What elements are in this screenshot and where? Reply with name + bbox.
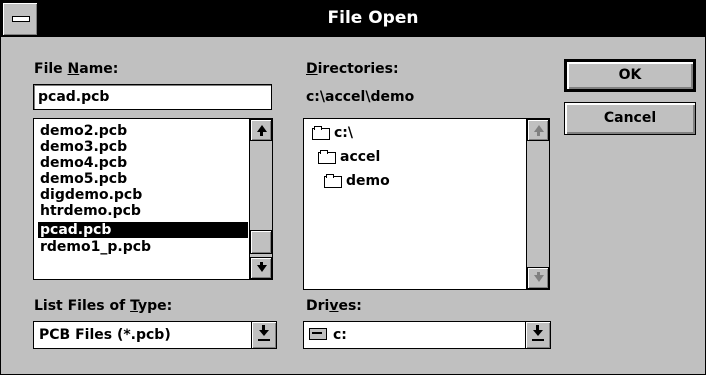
arrow-down-icon xyxy=(257,265,267,272)
drives-dropdown-button[interactable] xyxy=(525,322,550,348)
drives-value: c: xyxy=(333,327,347,343)
window-title: File Open xyxy=(327,8,419,28)
directory-item-label: c:\ xyxy=(334,125,354,141)
drives-select[interactable]: c: xyxy=(303,321,551,349)
directory-item[interactable]: c:\ xyxy=(312,123,353,143)
file-type-label-post: ype: xyxy=(137,298,173,314)
open-folder-icon xyxy=(318,150,336,164)
file-type-value: PCB Files (*.pcb) xyxy=(39,327,171,343)
drives-label-pre: Dri xyxy=(306,298,330,314)
cancel-button[interactable]: Cancel xyxy=(564,102,696,135)
system-menu-button[interactable] xyxy=(3,3,37,35)
drive-icon xyxy=(309,328,327,340)
title-bar[interactable]: File Open xyxy=(1,1,705,37)
directory-item-label: demo xyxy=(346,173,390,189)
directory-item[interactable]: accel xyxy=(318,147,380,167)
list-item[interactable]: rdemo1_p.pcb xyxy=(38,239,248,255)
list-item-selected[interactable]: pcad.pcb xyxy=(37,221,249,239)
list-item[interactable]: demo5.pcb xyxy=(38,171,248,187)
list-item[interactable]: digdemo.pcb xyxy=(38,187,248,203)
ok-button[interactable]: OK xyxy=(564,59,696,92)
file-type-select[interactable]: PCB Files (*.pcb) xyxy=(33,321,277,349)
chevron-down-icon xyxy=(533,330,543,336)
directory-scrollbar[interactable] xyxy=(526,119,549,289)
scroll-down-button[interactable] xyxy=(527,267,549,289)
arrow-up-icon xyxy=(257,125,267,132)
file-type-label-hotkey: T xyxy=(130,298,138,314)
file-name-label-post: ame: xyxy=(79,61,119,77)
file-list-scrollbar[interactable] xyxy=(249,119,272,279)
list-item[interactable]: demo4.pcb xyxy=(38,155,248,171)
directories-label: Directories: xyxy=(306,61,399,77)
open-folder-icon xyxy=(312,126,330,140)
list-item[interactable]: demo3.pcb xyxy=(38,139,248,155)
file-type-label: List Files of Type: xyxy=(34,298,172,314)
chevron-down-icon xyxy=(259,330,269,336)
file-name-value: pcad.pcb xyxy=(38,89,110,105)
list-item[interactable]: demo2.pcb xyxy=(38,123,248,139)
scroll-up-button[interactable] xyxy=(250,119,272,141)
directory-item-label: accel xyxy=(340,149,381,165)
file-type-dropdown-button[interactable] xyxy=(251,322,276,348)
current-directory-path: c:\accel\demo xyxy=(306,89,415,105)
arrow-up-icon-stem xyxy=(260,132,263,136)
drives-label: Drives: xyxy=(306,298,362,314)
directory-tree[interactable]: c:\ accel demo xyxy=(303,118,550,290)
scroll-thumb[interactable] xyxy=(250,230,272,254)
open-folder-icon xyxy=(324,174,342,188)
file-list[interactable]: demo2.pcb demo3.pcb demo4.pcb demo5.pcb … xyxy=(33,118,273,280)
chevron-down-icon-line xyxy=(532,339,544,341)
drives-label-post: es: xyxy=(338,298,362,314)
file-name-input[interactable]: pcad.pcb xyxy=(33,84,272,110)
system-menu-icon xyxy=(12,16,30,22)
file-name-label-hotkey: N xyxy=(67,61,80,77)
arrow-down-icon-stem xyxy=(260,262,263,266)
scroll-up-button[interactable] xyxy=(527,119,549,141)
drives-value-wrap: c: xyxy=(309,327,347,343)
scroll-down-button[interactable] xyxy=(250,257,272,279)
file-open-dialog: File Open File Name: pcad.pcb demo2.pcb … xyxy=(0,0,706,375)
file-type-label-pre: List Files of xyxy=(34,298,131,314)
directory-item[interactable]: demo xyxy=(324,171,390,191)
arrow-down-icon-stem xyxy=(537,272,540,276)
file-name-label-pre: File xyxy=(34,61,68,77)
list-item[interactable]: htrdemo.pcb xyxy=(38,203,248,219)
directories-label-hotkey: D xyxy=(306,61,318,77)
directories-label-post: irectories: xyxy=(317,61,399,77)
arrow-up-icon xyxy=(534,125,544,132)
arrow-down-icon xyxy=(534,275,544,282)
file-name-label: File Name: xyxy=(34,61,118,77)
chevron-down-icon-line xyxy=(258,339,270,341)
arrow-up-icon-stem xyxy=(537,132,540,136)
